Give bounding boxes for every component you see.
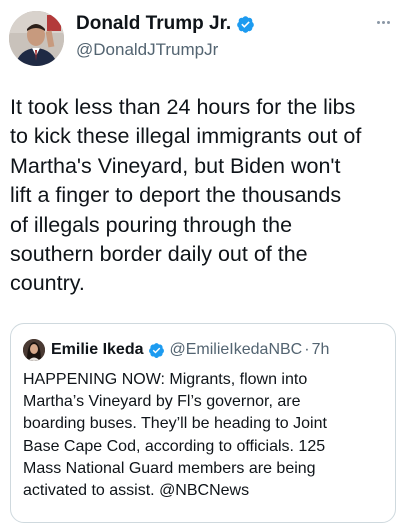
quoted-author-display-name[interactable]: Emilie Ikeda	[51, 341, 144, 359]
avatar-image	[9, 11, 64, 66]
quoted-avatar-image	[23, 339, 45, 361]
quoted-author-handle[interactable]: @EmilieIkedaNBC	[170, 341, 303, 359]
quoted-author-avatar[interactable]	[23, 339, 45, 361]
more-dot	[376, 20, 380, 24]
tweet-header: Donald Trump Jr. @DonaldJTrumpJr	[0, 0, 409, 80]
quoted-tweet-card[interactable]: Emilie Ikeda @EmilieIkedaNBC · 7h HAPPEN…	[10, 323, 396, 523]
author-handle[interactable]: @DonaldJTrumpJr	[76, 40, 218, 60]
tweet-body-text: It took less than 24 hours for the libs …	[10, 95, 362, 296]
separator-dot: ·	[304, 341, 310, 358]
quoted-tweet-header: Emilie Ikeda @EmilieIkedaNBC · 7h	[23, 338, 329, 362]
author-display-name[interactable]: Donald Trump Jr.	[76, 13, 231, 35]
more-dot	[386, 20, 390, 24]
more-dot	[381, 20, 385, 24]
more-options-icon[interactable]	[371, 14, 395, 30]
verified-badge-icon	[148, 342, 165, 359]
verified-badge-icon	[236, 15, 255, 34]
author-avatar[interactable]	[9, 11, 64, 66]
quoted-tweet-timestamp[interactable]: 7h	[312, 341, 330, 359]
quoted-tweet-body-text: HAPPENING NOW: Migrants, flown into Mart…	[23, 371, 327, 500]
author-name-row: Donald Trump Jr.	[76, 12, 255, 36]
